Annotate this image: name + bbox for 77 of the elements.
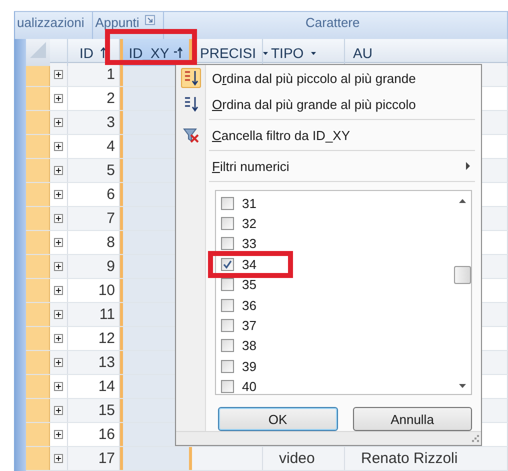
- column-header-label: ID: [80, 44, 94, 60]
- table-cell: video: [279, 450, 315, 467]
- checkbox-label: 35: [242, 277, 256, 292]
- column-header-label: AU: [353, 44, 372, 60]
- checkbox-label: 31: [242, 196, 256, 211]
- expand-icon[interactable]: [54, 214, 63, 223]
- checkbox[interactable]: [221, 360, 234, 373]
- table-cell: 12: [98, 330, 115, 347]
- table-cell: 16: [98, 426, 115, 443]
- expand-icon[interactable]: [54, 70, 63, 79]
- checkbox-label: 36: [242, 298, 256, 313]
- table-cell: 1: [106, 66, 115, 83]
- table-cell: 11: [99, 306, 115, 323]
- checkbox-label: 34: [242, 256, 256, 272]
- expand-icon[interactable]: [54, 334, 63, 343]
- table-cell: 14: [98, 378, 115, 395]
- expand-icon[interactable]: [54, 286, 63, 295]
- expand-icon[interactable]: [54, 382, 63, 391]
- column-header-label: PRECISI: [200, 44, 256, 60]
- table-cell: 15: [98, 402, 115, 419]
- checkbox-label: 39: [242, 358, 256, 374]
- resize-grip-icon[interactable]: [472, 435, 479, 442]
- table-cell: Renato Rizzoli: [361, 450, 458, 467]
- table-cell: 10: [98, 282, 115, 299]
- menu-item[interactable]: Cancella filtro da ID_XY: [176, 122, 481, 148]
- ribbon-group-label: Carattere: [306, 15, 360, 30]
- table-cell: 2: [106, 90, 115, 107]
- expand-icon[interactable]: [54, 430, 63, 439]
- checkbox[interactable]: [221, 258, 234, 271]
- checkbox-label: 38: [242, 338, 256, 354]
- expand-icon[interactable]: [54, 238, 63, 247]
- expand-icon[interactable]: [54, 118, 63, 127]
- menu-item[interactable]: Filtri numerici: [176, 153, 481, 179]
- ok-button[interactable]: OK: [218, 407, 338, 431]
- sort-arrow-icon[interactable]: [174, 46, 184, 58]
- table-cell: 17: [98, 450, 115, 467]
- expand-icon[interactable]: [54, 94, 63, 103]
- ribbon-group-label: Appunti: [95, 15, 140, 30]
- dialog-launcher-icon[interactable]: [145, 15, 156, 25]
- checkbox[interactable]: [221, 380, 234, 394]
- scroll-thumb[interactable]: [454, 266, 471, 284]
- expand-icon[interactable]: [54, 454, 63, 463]
- table-cell: 6: [106, 186, 115, 203]
- expand-icon[interactable]: [54, 166, 63, 175]
- expand-icon[interactable]: [54, 406, 63, 415]
- ribbon-group-label: ualizzazioni: [17, 15, 84, 30]
- checkbox[interactable]: [221, 339, 234, 352]
- menu-item[interactable]: Ordina dal più grande al più piccolo: [176, 91, 481, 117]
- checkbox-label: 40: [242, 379, 256, 394]
- checkbox[interactable]: [221, 278, 234, 292]
- submenu-arrow-icon: [465, 162, 471, 170]
- table-cell: 4: [106, 138, 115, 155]
- checkbox[interactable]: [221, 298, 234, 312]
- scroll-up-icon[interactable]: [458, 199, 466, 203]
- checkbox[interactable]: [221, 217, 234, 230]
- expand-icon[interactable]: [54, 190, 63, 199]
- checkbox[interactable]: [221, 319, 234, 332]
- expand-icon[interactable]: [54, 142, 63, 151]
- expand-icon[interactable]: [54, 262, 63, 271]
- table-cell: 7: [106, 210, 115, 227]
- table-cell: 3: [106, 114, 115, 131]
- table-cell: 9: [106, 258, 115, 275]
- checkbox-label: 32: [242, 216, 256, 232]
- checkbox[interactable]: [221, 237, 234, 250]
- expand-icon[interactable]: [54, 310, 63, 319]
- scroll-down-icon[interactable]: [458, 384, 466, 388]
- menu-item[interactable]: Ordina dal più piccolo al più grande: [176, 65, 481, 91]
- table-cell: 5: [106, 162, 115, 179]
- cancel-button[interactable]: Annulla: [352, 407, 472, 431]
- table-cell: 8: [106, 234, 115, 251]
- table-cell: 13: [98, 354, 115, 371]
- checkbox[interactable]: [221, 196, 234, 210]
- checkbox-label: 37: [242, 318, 256, 334]
- sort-arrow-icon[interactable]: [98, 46, 108, 58]
- checkbox-label: 33: [242, 236, 256, 252]
- expand-icon[interactable]: [54, 358, 63, 367]
- column-header-label: TIPO: [271, 44, 304, 60]
